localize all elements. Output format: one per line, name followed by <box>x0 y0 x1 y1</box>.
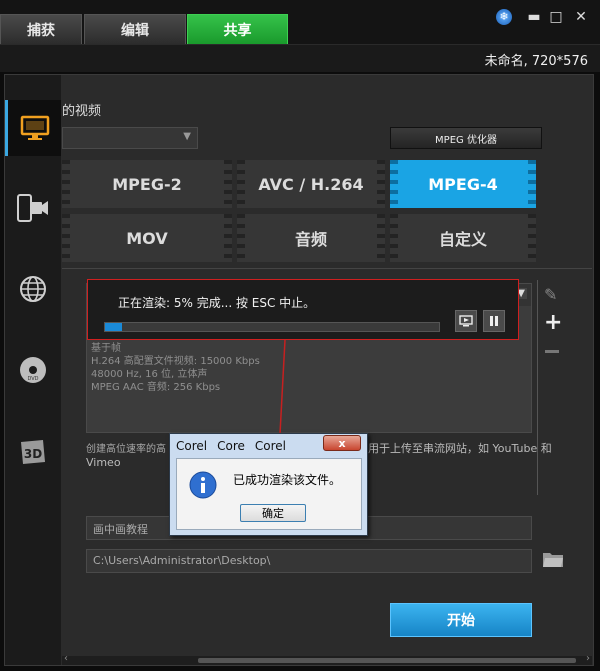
tab-capture-label: 捕获 <box>27 22 55 39</box>
render-status-text: 正在渲染: 5% 完成... 按 ESC 中止。 <box>118 296 316 310</box>
dialog-title: Corel <box>176 439 208 453</box>
pause-icon <box>490 316 498 326</box>
dialog-body: 已成功渲染该文件。 确定 <box>176 458 362 530</box>
sidebar-web[interactable] <box>5 261 61 317</box>
sidebar-3d[interactable]: 3D <box>5 424 61 480</box>
preview-icon <box>459 315 473 327</box>
remove-profile-icon[interactable] <box>545 350 559 353</box>
format-mpeg2-label: MPEG-2 <box>112 174 182 194</box>
format-avc-label: AVC / H.264 <box>258 174 364 194</box>
profile-line: MPEG AAC 音频: 256 Kbps <box>91 382 221 393</box>
description-right: 用于上传至串流网站，如 YouTube 和 <box>368 442 552 455</box>
format-mpeg4-label: MPEG-4 <box>428 174 498 194</box>
dialog-title: Core <box>217 439 245 453</box>
dialog-title: Corel <box>254 439 286 453</box>
scroll-right-icon[interactable]: › <box>586 653 590 664</box>
file-path-field[interactable]: C:\Users\Administrator\Desktop\ <box>86 549 532 573</box>
dialog-message: 已成功渲染该文件。 <box>233 473 342 487</box>
format-mov-label: MOV <box>126 228 168 248</box>
description-line2: Vimeo <box>86 456 121 469</box>
maximize-icon[interactable]: □ <box>547 8 565 26</box>
mobile-camera-icon <box>17 194 48 222</box>
chevron-down-icon: ▼ <box>183 131 191 142</box>
profile-line: H.264 高配置文件视频: 15000 Kbps <box>91 356 260 367</box>
description-left: 创建高位速率的高 <box>86 444 166 455</box>
render-progress-fill <box>105 323 122 331</box>
mpeg-optimizer-button[interactable]: MPEG 优化器 <box>390 127 542 149</box>
profile-line: 48000 Hz, 16 位, 立体声 <box>91 369 208 380</box>
format-mov[interactable]: MOV <box>62 214 232 262</box>
add-profile-icon[interactable]: + <box>544 312 562 334</box>
svg-text:DVD: DVD <box>27 376 38 382</box>
format-audio[interactable]: 音频 <box>237 214 385 262</box>
scroll-thumb[interactable] <box>198 658 576 663</box>
tab-capture[interactable]: 捕获 <box>0 14 82 44</box>
profile-line: 基于帧 <box>91 343 121 354</box>
format-custom-label: 自定义 <box>438 230 487 249</box>
snowflake-icon[interactable]: ❄ <box>496 9 512 25</box>
tab-share[interactable]: 共享 <box>187 14 288 44</box>
sidebar-computer[interactable] <box>5 100 61 156</box>
format-avc-h264[interactable]: AVC / H.264 <box>237 160 385 208</box>
close-icon[interactable]: ✕ <box>572 8 590 26</box>
format-audio-label: 音频 <box>294 230 327 249</box>
globe-icon <box>20 276 46 302</box>
svg-text:3D: 3D <box>24 447 42 461</box>
render-progress-panel: 正在渲染: 5% 完成... 按 ESC 中止。 <box>87 279 519 340</box>
dialog-close-button[interactable]: x <box>323 435 361 451</box>
project-title: 未命名, 720*576 <box>484 54 588 69</box>
pencil-icon[interactable]: ✎ <box>544 285 557 304</box>
preview-toggle-button[interactable] <box>455 310 477 332</box>
dvd-icon: DVD <box>20 357 46 383</box>
tab-edit-label: 编辑 <box>121 22 149 39</box>
format-mpeg2[interactable]: MPEG-2 <box>62 160 232 208</box>
format-mpeg4[interactable]: MPEG-4 <box>390 160 536 208</box>
profile-details: 基于帧 H.264 高配置文件视频: 15000 Kbps 48000 Hz, … <box>91 342 260 394</box>
vertical-divider <box>537 280 538 495</box>
divider <box>62 268 592 269</box>
render-progress-bar <box>104 322 440 332</box>
tab-share-label: 共享 <box>223 22 252 39</box>
folder-icon[interactable] <box>542 550 564 568</box>
dialog-title-bar: Corel Core Corel <box>174 436 288 456</box>
start-button[interactable]: 开始 <box>390 603 532 637</box>
horizontal-scrollbar[interactable]: ‹ › <box>62 653 592 665</box>
sidebar-device[interactable] <box>5 180 61 236</box>
success-dialog: Corel Core Corel x 已成功渲染该文件。 确定 <box>169 433 368 536</box>
minimize-icon[interactable]: ▬ <box>525 8 543 26</box>
ok-button[interactable]: 确定 <box>240 504 306 522</box>
section-heading: 的视频 <box>62 104 102 119</box>
tab-edit[interactable]: 编辑 <box>84 14 186 44</box>
video-type-select[interactable]: ▼ <box>62 127 198 149</box>
3d-icon: 3D <box>21 440 45 464</box>
sidebar-disc[interactable]: DVD <box>5 342 61 398</box>
monitor-icon <box>20 115 49 140</box>
pause-button[interactable] <box>483 310 505 332</box>
format-custom[interactable]: 自定义 <box>390 214 536 262</box>
scroll-left-icon[interactable]: ‹ <box>64 653 68 664</box>
info-icon <box>189 471 217 499</box>
